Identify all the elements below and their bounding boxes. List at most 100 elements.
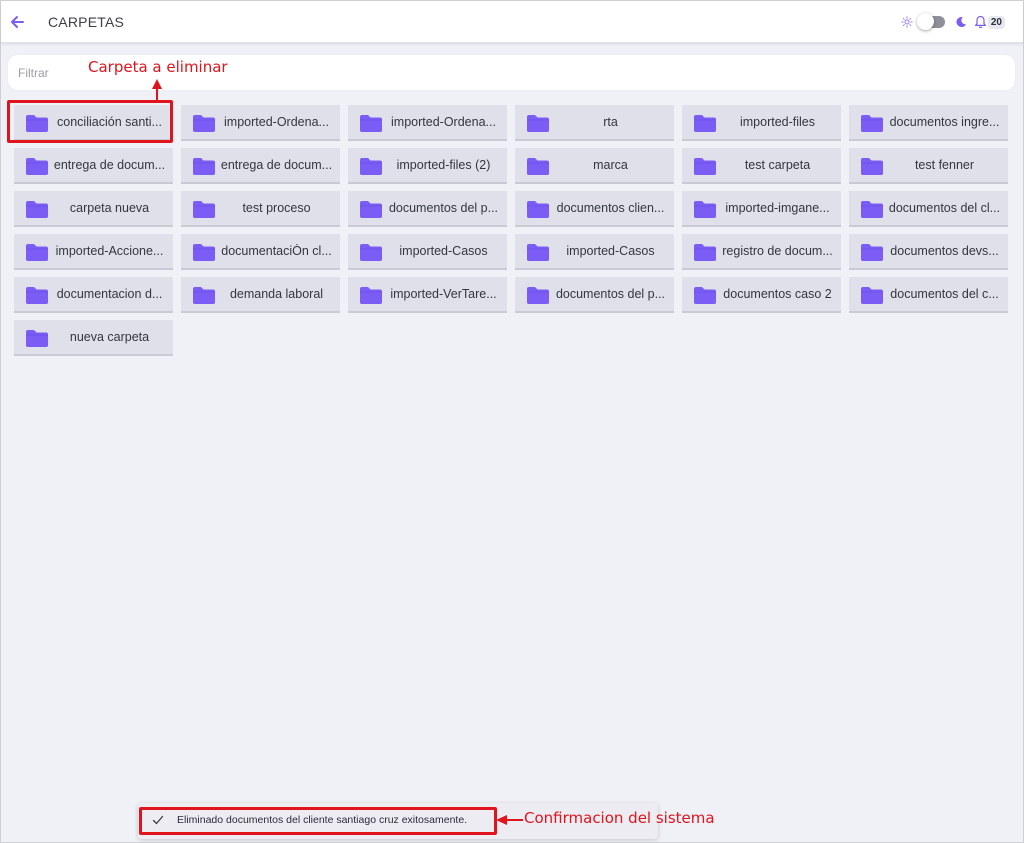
folder-tile[interactable]: carpeta nueva bbox=[14, 191, 173, 227]
folder-tile[interactable]: imported-files bbox=[682, 105, 841, 141]
check-icon bbox=[152, 815, 164, 825]
header-controls: 20 bbox=[901, 12, 1005, 32]
folder-tile[interactable]: imported-imgane... bbox=[682, 191, 841, 227]
folder-label: documentos clien... bbox=[556, 201, 665, 215]
folder-icon bbox=[26, 244, 48, 261]
folder-label: test fenner bbox=[914, 158, 975, 172]
folder-tile[interactable]: imported-files (2) bbox=[348, 148, 507, 184]
folder-label: documentos del cl... bbox=[888, 201, 1001, 215]
arrow-left-icon bbox=[11, 16, 24, 28]
folder-icon bbox=[527, 158, 549, 175]
folder-tile[interactable]: documentaciÓn cl... bbox=[181, 234, 340, 270]
folder-tile[interactable]: marca bbox=[515, 148, 674, 184]
folder-label: documentacion d... bbox=[56, 287, 163, 301]
folder-icon bbox=[861, 244, 883, 261]
folder-label: demanda laboral bbox=[229, 287, 324, 301]
sun-icon bbox=[901, 16, 913, 28]
highlight-box-folder bbox=[7, 100, 173, 143]
folder-icon bbox=[694, 201, 716, 218]
folder-tile[interactable]: documentos del p... bbox=[348, 191, 507, 227]
folder-label: documentos del c... bbox=[890, 287, 999, 301]
folder-icon bbox=[527, 201, 549, 218]
folder-tile[interactable]: imported-Ordena... bbox=[181, 105, 340, 141]
folder-label: registro de docum... bbox=[722, 244, 833, 258]
folder-tile[interactable]: test carpeta bbox=[682, 148, 841, 184]
toggle-knob bbox=[916, 13, 934, 30]
folder-tile[interactable]: registro de docum... bbox=[682, 234, 841, 270]
folder-tile[interactable]: rta bbox=[515, 105, 674, 141]
folder-tile[interactable]: test fenner bbox=[849, 148, 1008, 184]
page-title: CARPETAS bbox=[48, 14, 125, 30]
annotation-folder-to-delete: Carpeta a eliminar bbox=[88, 58, 228, 76]
annotation-arrow-left bbox=[496, 815, 523, 825]
snackbar-message: Eliminado documentos del cliente santiag… bbox=[177, 814, 468, 826]
folder-tile[interactable]: documentos del c... bbox=[849, 277, 1008, 313]
folder-icon bbox=[360, 244, 382, 261]
folder-tile[interactable]: documentacion d... bbox=[14, 277, 173, 313]
folder-label: imported-Ordena... bbox=[391, 115, 496, 129]
folder-label: imported-Casos bbox=[399, 244, 488, 258]
folder-label: nueva carpeta bbox=[69, 330, 150, 344]
folder-icon bbox=[360, 158, 382, 175]
folder-tile[interactable]: test proceso bbox=[181, 191, 340, 227]
folder-icon bbox=[26, 287, 48, 304]
folder-icon bbox=[694, 115, 716, 132]
folder-tile[interactable]: demanda laboral bbox=[181, 277, 340, 313]
folder-tile[interactable]: entrega de docum... bbox=[181, 148, 340, 184]
folder-icon bbox=[360, 115, 382, 132]
folder-icon bbox=[26, 330, 48, 347]
top-bar: CARPETAS 20 bbox=[1, 1, 1023, 44]
folder-label: documentos del p... bbox=[555, 287, 666, 301]
folder-icon bbox=[193, 158, 215, 175]
back-button[interactable] bbox=[5, 10, 29, 34]
annotation-system-confirmation: Confirmacion del sistema bbox=[524, 809, 715, 827]
folder-label: imported-files bbox=[739, 115, 816, 129]
folder-label: imported-Casos bbox=[566, 244, 655, 258]
folder-tile[interactable]: documentos caso 2 bbox=[682, 277, 841, 313]
folder-tile[interactable]: imported-Casos bbox=[348, 234, 507, 270]
folder-label: entrega de docum... bbox=[53, 158, 166, 172]
folder-tile[interactable]: nueva carpeta bbox=[14, 320, 173, 356]
folder-tile[interactable]: imported-Accione... bbox=[14, 234, 173, 270]
folder-tile[interactable]: documentos del cl... bbox=[849, 191, 1008, 227]
folder-label: carpeta nueva bbox=[69, 201, 150, 215]
folder-icon bbox=[193, 201, 215, 218]
folder-icon bbox=[694, 158, 716, 175]
folder-icon bbox=[527, 244, 549, 261]
folder-tile[interactable]: documentos clien... bbox=[515, 191, 674, 227]
folder-icon bbox=[26, 158, 48, 175]
folder-icon bbox=[26, 201, 48, 218]
folder-icon bbox=[527, 115, 549, 132]
folder-icon bbox=[193, 244, 215, 261]
folder-icon bbox=[861, 201, 883, 218]
folder-tile[interactable]: documentos del p... bbox=[515, 277, 674, 313]
folder-tile[interactable]: imported-Ordena... bbox=[348, 105, 507, 141]
folder-tile[interactable]: entrega de docum... bbox=[14, 148, 173, 184]
folder-label: documentos del p... bbox=[388, 201, 499, 215]
folder-label: rta bbox=[603, 115, 618, 129]
notifications-button[interactable]: 20 bbox=[974, 15, 1005, 29]
folder-icon bbox=[861, 287, 883, 304]
bell-icon bbox=[974, 15, 986, 29]
folder-tile[interactable]: imported-Casos bbox=[515, 234, 674, 270]
folder-icon bbox=[694, 287, 716, 304]
folder-icon bbox=[193, 115, 215, 132]
folder-label: entrega de docum... bbox=[220, 158, 333, 172]
folder-label: documentos devs... bbox=[890, 244, 999, 258]
folder-tile[interactable]: imported-VerTare... bbox=[348, 277, 507, 313]
folder-icon bbox=[694, 244, 716, 261]
folder-icon bbox=[360, 201, 382, 218]
folder-icon bbox=[861, 158, 883, 175]
folder-label: documentos caso 2 bbox=[723, 287, 832, 301]
folder-tile[interactable]: documentos devs... bbox=[849, 234, 1008, 270]
folder-label: imported-VerTare... bbox=[390, 287, 497, 301]
folder-label: test proceso bbox=[242, 201, 311, 215]
theme-toggle[interactable] bbox=[916, 13, 945, 30]
folder-tile[interactable]: documentos ingre... bbox=[849, 105, 1008, 141]
folder-label: test carpeta bbox=[744, 158, 811, 172]
folder-label: imported-Ordena... bbox=[224, 115, 329, 129]
folder-icon bbox=[193, 287, 215, 304]
notification-count-badge: 20 bbox=[987, 15, 1005, 29]
page: CARPETAS 20 Filtrar Carpeta a eliminar c… bbox=[0, 0, 1024, 843]
folder-icon bbox=[861, 115, 883, 132]
